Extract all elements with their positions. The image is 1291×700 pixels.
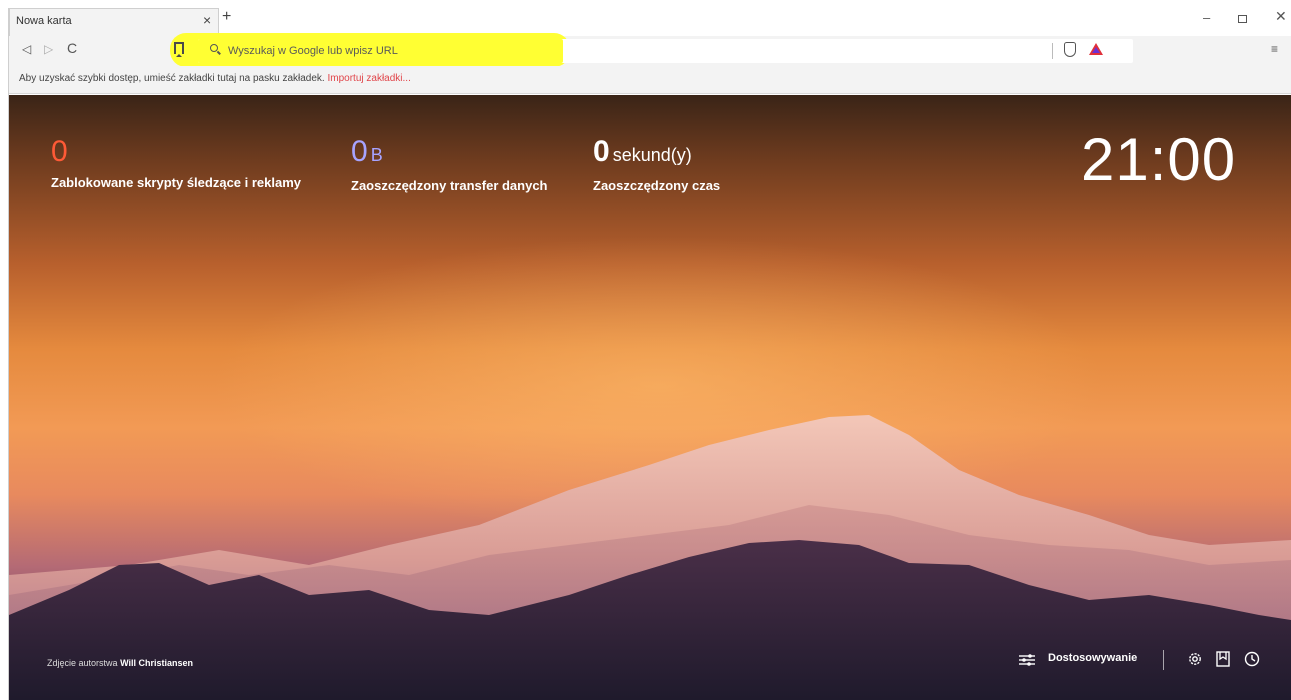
sliders-icon <box>1019 654 1035 666</box>
stat-data-saved: 0B Zaoszczędzony transfer danych <box>351 135 548 193</box>
navigation-toolbar: ◁ ▷ C ≡ <box>9 33 1291 67</box>
minimize-button[interactable]: ‒ <box>1203 10 1210 25</box>
rewards-icon[interactable] <box>1089 43 1103 55</box>
bookmarks-hint: Aby uzyskać szybki dostęp, umieść zakład… <box>19 73 411 84</box>
import-bookmarks-link[interactable]: Importuj zakładki... <box>327 73 410 84</box>
new-tab-page: 0 Zablokowane skrypty śledzące i reklamy… <box>9 95 1291 700</box>
tab-close-icon[interactable]: × <box>203 12 211 28</box>
history-icon[interactable] <box>1243 650 1261 668</box>
new-tab-button[interactable]: + <box>222 8 231 26</box>
data-saved-unit: B <box>370 145 383 165</box>
toolbar-separator <box>1052 43 1053 59</box>
tab-strip: Nowa karta × + ‒ ✕ <box>0 0 1291 36</box>
bookmarks-icon[interactable] <box>1214 650 1232 668</box>
settings-gear-icon[interactable] <box>1186 650 1204 668</box>
url-input[interactable] <box>228 42 1088 60</box>
back-button[interactable]: ◁ <box>22 42 31 56</box>
blocked-label: Zablokowane skrypty śledzące i reklamy <box>51 175 302 190</box>
stat-blocked-trackers: 0 Zablokowane skrypty śledzące i reklamy <box>51 135 301 190</box>
data-saved-count: 0B <box>351 135 383 168</box>
photo-credit-prefix: Zdjęcie autorstwa <box>47 658 118 668</box>
footer-separator <box>1163 650 1164 670</box>
customize-label: Dostosowywanie <box>1048 652 1138 664</box>
clock: 21:00 <box>1081 126 1237 193</box>
reload-button[interactable]: C <box>67 40 77 56</box>
stat-time-saved: 0 sekund(y) Zaoszczędzony czas <box>593 135 720 193</box>
address-bar[interactable] <box>198 39 1133 63</box>
search-icon <box>210 44 218 52</box>
forward-button[interactable]: ▷ <box>44 42 53 56</box>
close-window-button[interactable]: ✕ <box>1275 8 1287 25</box>
menu-icon[interactable]: ≡ <box>1271 42 1278 56</box>
time-saved-count: 0 sekund(y) <box>593 135 692 168</box>
tab-title: Nowa karta <box>16 15 72 27</box>
blocked-count: 0 <box>51 135 68 168</box>
data-saved-label: Zaoszczędzony transfer danych <box>351 178 548 193</box>
photo-credit-author: Will Christiansen <box>120 658 193 668</box>
bookmarks-bar: Aby uzyskać szybki dostęp, umieść zakład… <box>9 66 1291 94</box>
photo-credit: Zdjęcie autorstwa Will Christiansen <box>47 658 193 668</box>
maximize-button[interactable] <box>1238 15 1247 23</box>
time-saved-label: Zaoszczędzony czas <box>593 178 721 193</box>
shields-icon[interactable] <box>1064 42 1076 57</box>
time-saved-unit: sekund(y) <box>612 145 692 165</box>
tab-new-tab[interactable]: Nowa karta × <box>9 8 219 36</box>
bookmarks-hint-text: Aby uzyskać szybki dostęp, umieść zakład… <box>19 73 325 84</box>
bookmark-icon[interactable] <box>174 42 184 57</box>
